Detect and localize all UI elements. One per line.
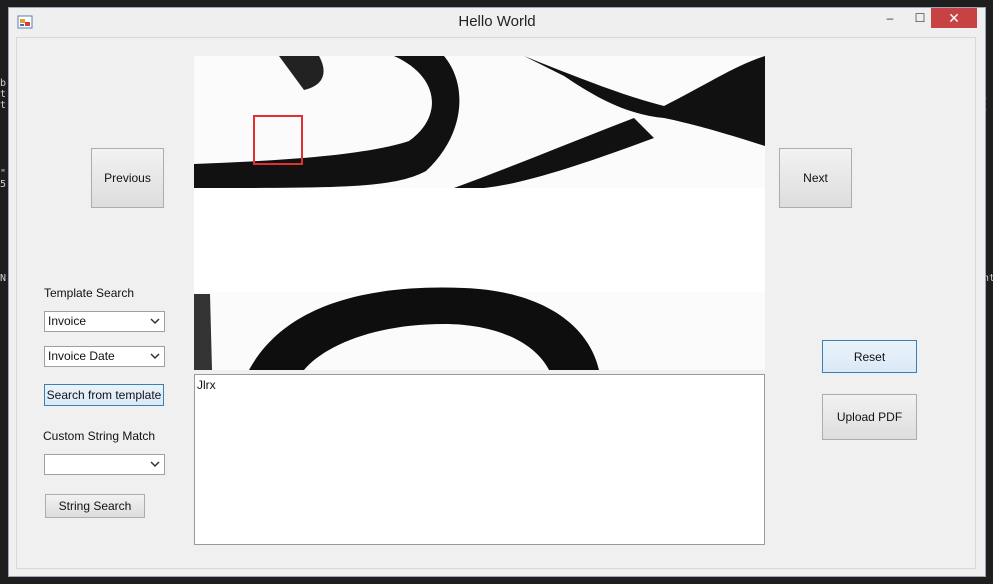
field-select-value: Invoice Date [48,349,115,363]
custom-string-match-label: Custom String Match [43,429,156,443]
background-code-fragment: " 5 [0,168,7,190]
template-select-value: Invoice [48,314,87,328]
upload-pdf-button[interactable]: Upload PDF [822,394,917,440]
background-code-fragment: btt [0,78,7,111]
background-code-fragment: N [0,273,7,284]
close-button[interactable]: ✕ [931,8,977,28]
previous-button[interactable]: Previous [91,148,164,208]
main-window: Hello World ‒ ☐ ✕ Previous Next Jlrx Tem… [8,7,986,577]
string-search-button[interactable]: String Search [45,494,145,518]
selection-box[interactable] [253,115,303,165]
custom-string-select[interactable] [44,454,165,475]
minimize-button[interactable]: ‒ [875,8,905,28]
chevron-down-icon [150,353,160,360]
title-bar[interactable]: Hello World ‒ ☐ ✕ [9,8,985,37]
template-search-label: Template Search [44,286,135,300]
chevron-down-icon [150,461,160,468]
window-title: Hello World [458,13,536,30]
output-textbox[interactable]: Jlrx [194,374,765,545]
search-from-template-button[interactable]: Search from template [44,384,164,406]
next-button[interactable]: Next [779,148,852,208]
document-image-preview[interactable] [194,56,765,370]
zoomed-glyph-image [194,56,765,370]
chevron-down-icon [150,318,160,325]
template-select[interactable]: Invoice [44,311,165,332]
reset-button[interactable]: Reset [822,340,917,373]
field-select[interactable]: Invoice Date [44,346,165,367]
form-client-area: Previous Next Jlrx Template Search Invoi… [16,37,976,569]
